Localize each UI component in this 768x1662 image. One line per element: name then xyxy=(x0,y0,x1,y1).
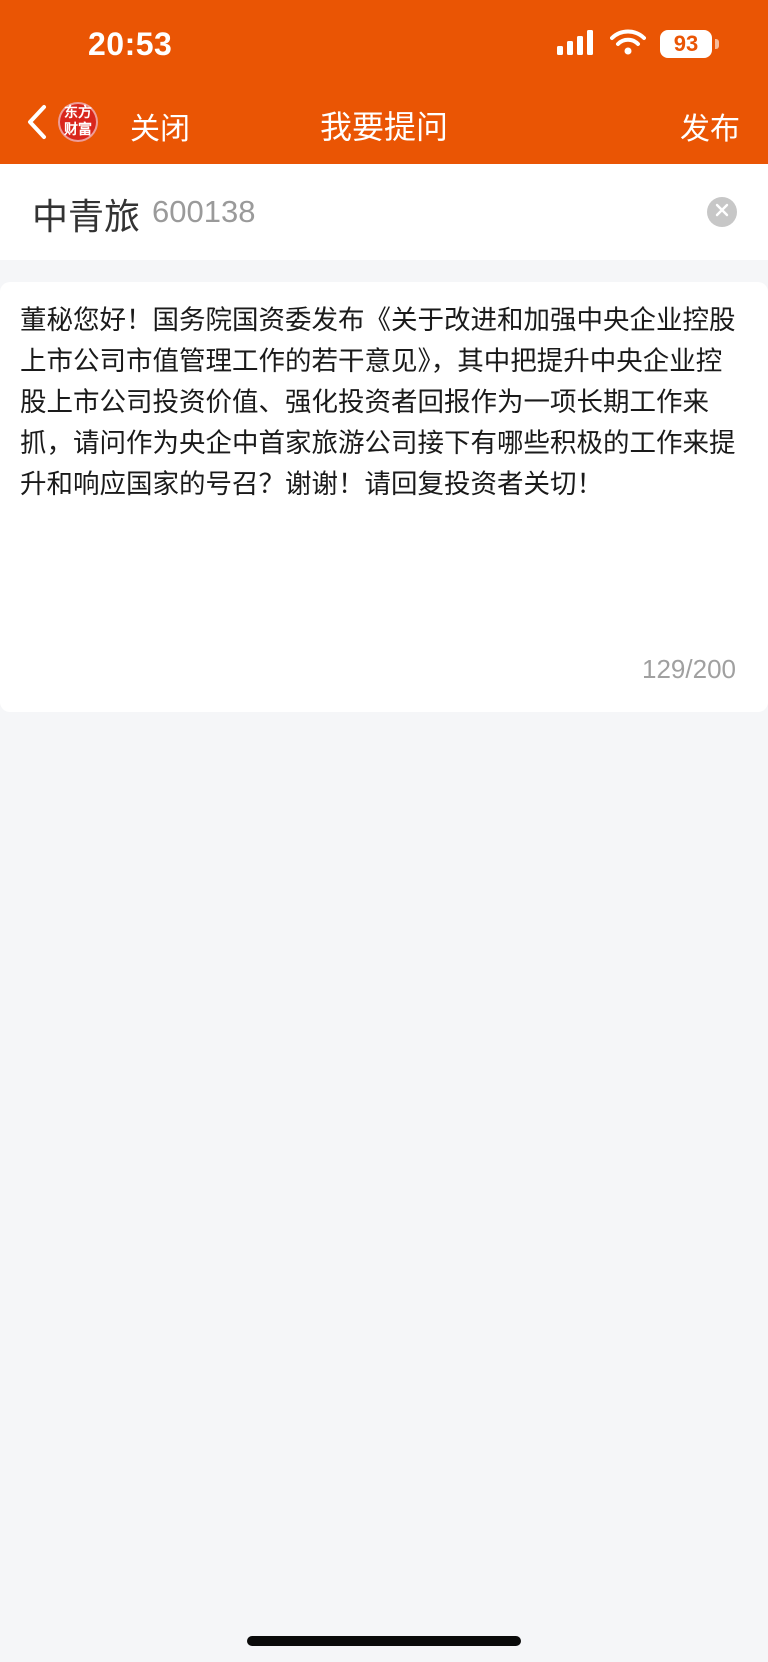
question-textarea[interactable]: 董秘您好！国务院国资委发布《关于改进和加强中央企业控股上市公司市值管理工作的若干… xyxy=(20,300,740,505)
chevron-left-icon xyxy=(26,104,48,144)
battery-icon: 93 xyxy=(660,30,719,58)
stock-selector[interactable]: 中青旅 600138 xyxy=(0,164,768,260)
wifi-icon xyxy=(610,29,646,59)
back-button[interactable] xyxy=(22,104,52,144)
character-counter: 129/200 xyxy=(642,654,736,684)
stock-name: 中青旅 xyxy=(32,197,141,238)
clear-button[interactable] xyxy=(707,197,737,227)
home-indicator[interactable] xyxy=(247,1636,521,1646)
app-logo[interactable]: 东方 财富 xyxy=(58,102,98,142)
status-time: 20:53 xyxy=(88,26,173,62)
question-editor[interactable]: 董秘您好！国务院国资委发布《关于改进和加强中央企业控股上市公司市值管理工作的若干… xyxy=(0,282,768,712)
logo-text-2: 财富 xyxy=(64,122,92,138)
battery-level: 93 xyxy=(673,31,699,56)
signal-icon xyxy=(556,29,596,59)
status-icons: 93 xyxy=(556,28,719,60)
top-bar: 20:53 93 东方 财富 关闭 我要提问 发布 xyxy=(0,0,768,164)
logo-text-1: 东方 xyxy=(64,105,92,121)
close-icon xyxy=(714,202,730,222)
navigation-bar: 东方 财富 关闭 我要提问 发布 xyxy=(0,92,768,156)
close-button[interactable]: 关闭 xyxy=(130,104,190,148)
page-title: 我要提问 xyxy=(319,108,448,146)
publish-button[interactable]: 发布 xyxy=(680,104,740,148)
stock-code: 600138 xyxy=(152,194,256,229)
